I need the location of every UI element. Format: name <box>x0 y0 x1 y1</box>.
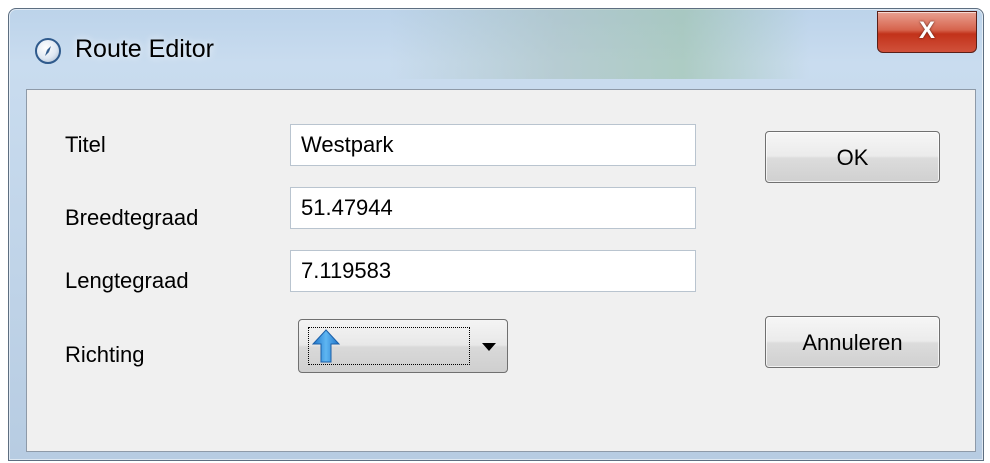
close-button[interactable]: X <box>877 11 977 53</box>
ok-button-label: OK <box>836 145 869 170</box>
latitude-label: Breedtegraad <box>65 205 199 230</box>
cancel-button-label: Annuleren <box>802 330 903 355</box>
direction-select[interactable] <box>298 319 508 373</box>
title-input[interactable] <box>290 124 696 166</box>
close-icon: X <box>918 17 935 44</box>
ok-button[interactable]: OK <box>765 131 940 183</box>
direction-label: Richting <box>65 342 145 367</box>
title-bar[interactable]: Route Editor X <box>9 9 983 81</box>
cancel-button[interactable]: Annuleren <box>765 316 940 368</box>
arrow-up-icon <box>311 329 341 363</box>
chevron-down-icon[interactable] <box>482 343 496 351</box>
route-editor-window: Route Editor X Titel Breedtegraad Lengte… <box>8 8 984 461</box>
compass-icon <box>35 38 61 64</box>
latitude-input[interactable] <box>290 187 696 229</box>
longitude-label: Lengtegraad <box>65 268 189 293</box>
title-label: Titel <box>65 132 106 157</box>
window-title: Route Editor <box>75 35 214 63</box>
longitude-input[interactable] <box>290 250 696 292</box>
dialog-body: Titel Breedtegraad Lengtegraad Richting <box>26 89 976 452</box>
